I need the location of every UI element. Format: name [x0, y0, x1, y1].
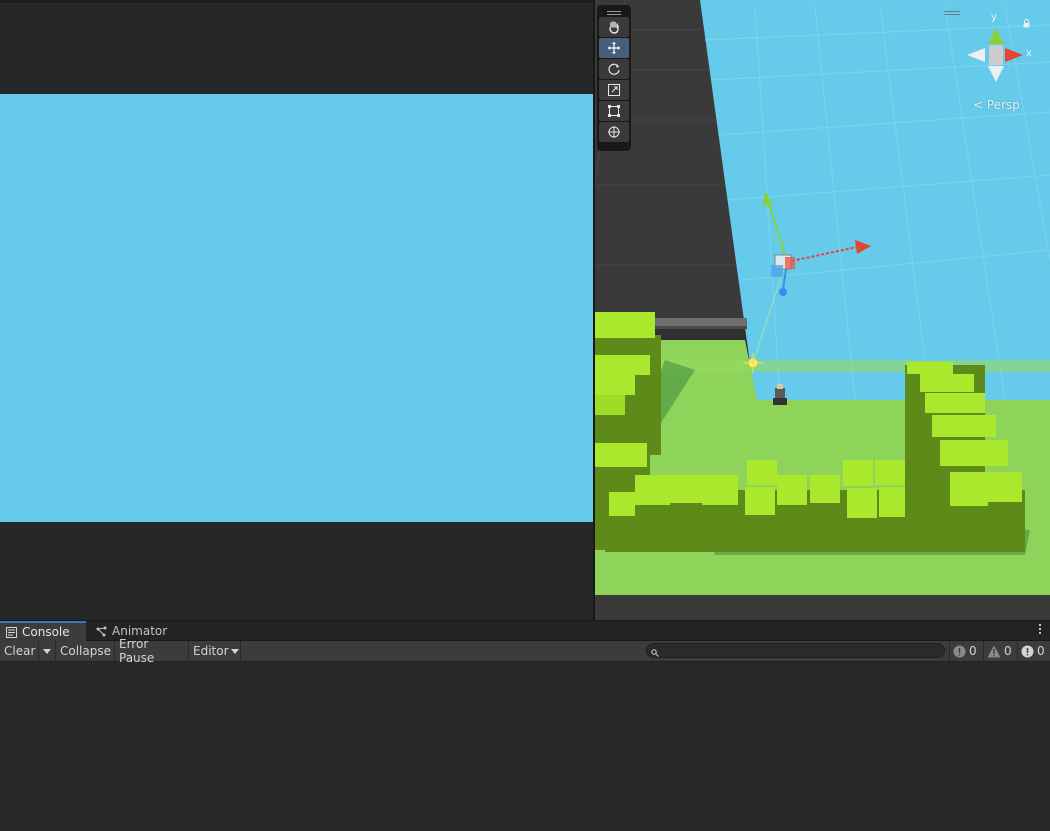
clear-button[interactable]: Clear — [0, 641, 39, 661]
clear-options-dropdown[interactable] — [39, 641, 56, 661]
tools-overlay-grip[interactable] — [607, 11, 621, 15]
scene-view-panel[interactable]: y x < Persp — [595, 0, 1050, 620]
search-input[interactable] — [663, 644, 939, 657]
console-search[interactable] — [646, 643, 945, 658]
scene-viewport[interactable] — [595, 0, 1050, 620]
info-count: 0 — [969, 644, 977, 658]
editor-dropdown[interactable]: Editor — [189, 641, 241, 661]
scale-tool-button[interactable] — [599, 80, 629, 100]
error-count: 0 — [1037, 644, 1045, 658]
tab-console[interactable]: Console — [0, 621, 86, 641]
hand-tool-button[interactable] — [599, 17, 629, 37]
console-toolbar: Clear Collapse Error Pause Editor 0 0 0 — [0, 637, 1050, 665]
rotate-icon — [608, 63, 620, 75]
editor-label: Editor — [193, 644, 229, 658]
gizmo-y-label: y — [991, 12, 997, 23]
scene-view-menu-grip[interactable] — [944, 11, 960, 15]
info-count-toggle[interactable]: 0 — [949, 641, 981, 661]
gizmo-x-label: x — [1026, 48, 1032, 59]
error-count-toggle[interactable]: 0 — [1017, 641, 1050, 661]
transform-tool-button[interactable] — [599, 122, 629, 142]
game-view-panel — [0, 0, 593, 620]
error-pause-label: Error Pause — [119, 637, 155, 665]
unity-editor-window: y x < Persp Console Animator Clear Colla… — [0, 0, 1050, 831]
panel-menu-icon[interactable] — [1038, 624, 1042, 638]
animator-icon — [96, 626, 107, 637]
collapse-label: Collapse — [60, 644, 111, 658]
search-icon — [651, 646, 659, 660]
clear-button-label: Clear — [4, 644, 36, 658]
move-tool-button[interactable] — [599, 38, 629, 58]
tools-overlay — [597, 5, 631, 151]
transform-icon — [608, 126, 620, 138]
chevron-left-icon: < — [973, 98, 984, 112]
warning-count-toggle[interactable]: 0 — [983, 641, 1015, 661]
projection-label: Persp — [986, 98, 1020, 112]
console-icon — [6, 626, 17, 638]
ground-edge — [595, 595, 1050, 620]
tab-console-label: Console — [22, 625, 70, 639]
hand-icon — [609, 21, 619, 34]
game-view-canvas[interactable] — [0, 94, 593, 522]
error-icon — [1021, 645, 1034, 658]
info-icon — [953, 645, 966, 658]
lock-icon[interactable] — [1023, 17, 1030, 31]
rect-icon — [608, 105, 620, 117]
chevron-down-icon — [230, 648, 239, 654]
warning-count: 0 — [1004, 644, 1012, 658]
error-pause-toggle[interactable]: Error Pause — [115, 637, 189, 665]
tab-animator-label: Animator — [112, 624, 168, 638]
chevron-down-icon — [43, 648, 51, 654]
collapse-toggle[interactable]: Collapse — [56, 641, 115, 661]
rect-tool-button[interactable] — [599, 101, 629, 121]
scale-icon — [608, 84, 620, 96]
console-log-area[interactable] — [0, 662, 1050, 831]
game-view-top-bar — [0, 0, 593, 3]
console-panel: Console Animator Clear Collapse Error Pa… — [0, 620, 1050, 831]
move-icon — [608, 42, 620, 54]
projection-toggle[interactable]: < Persp — [973, 98, 1020, 112]
rotate-tool-button[interactable] — [599, 59, 629, 79]
warning-icon — [987, 645, 1001, 658]
